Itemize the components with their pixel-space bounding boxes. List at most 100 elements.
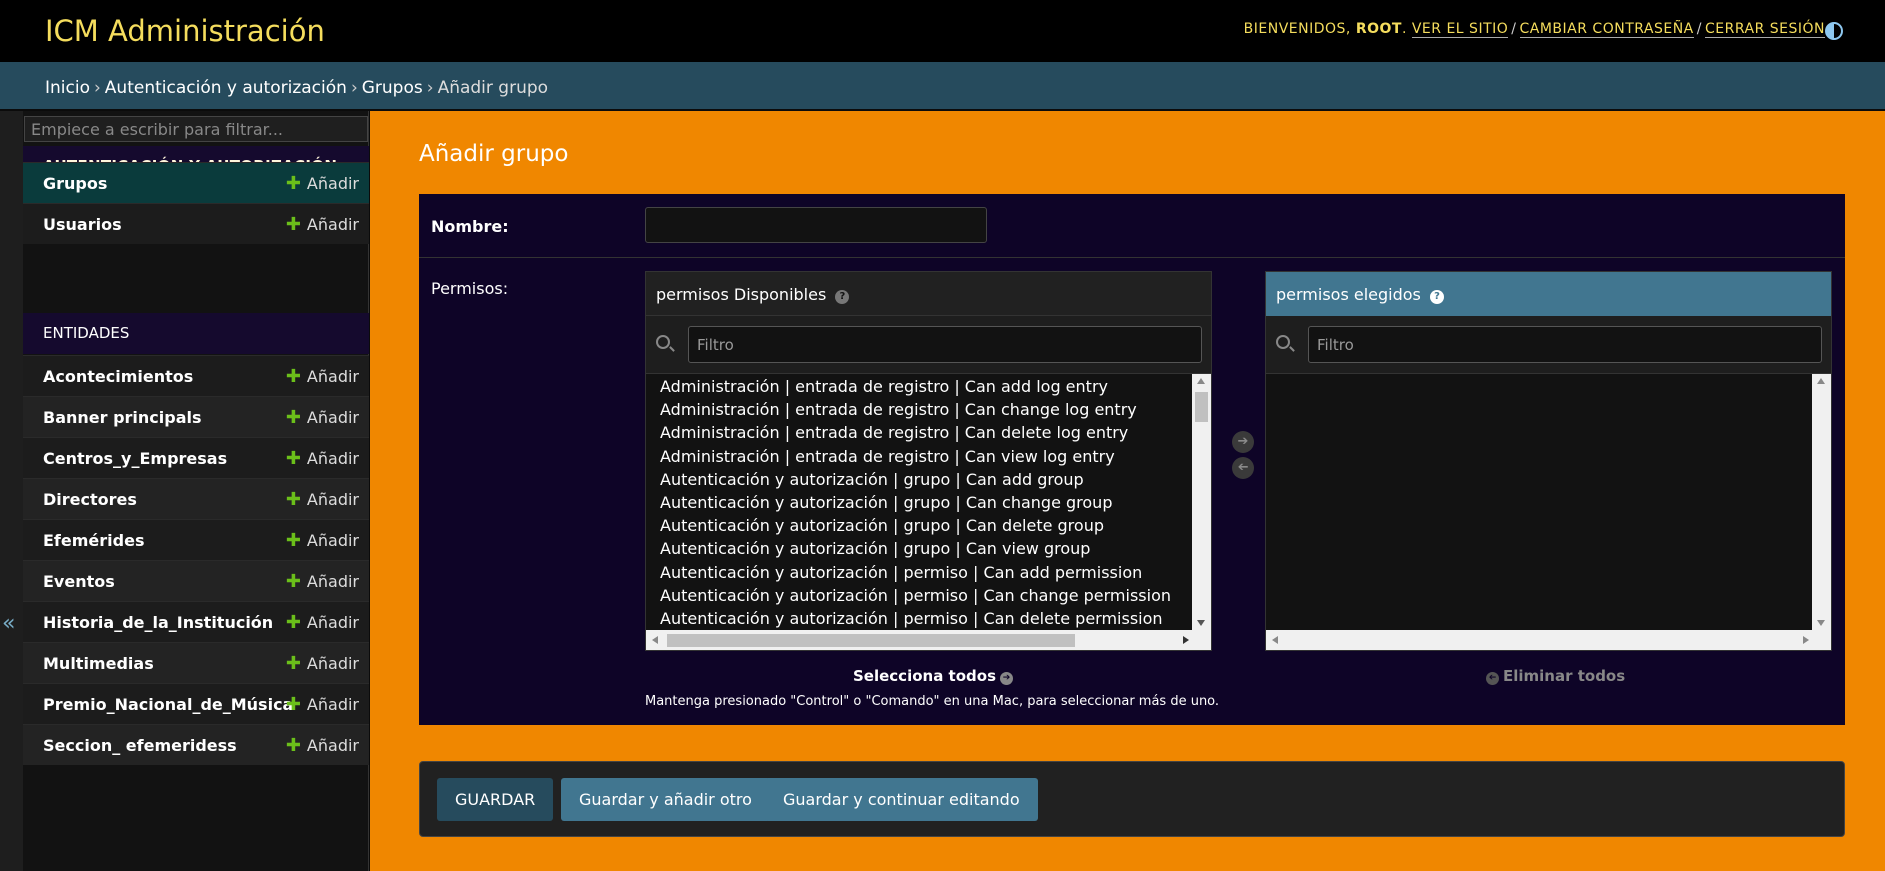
plus-icon: ✚ <box>285 571 301 592</box>
permission-option[interactable]: Administración | entrada de registro | C… <box>646 398 1194 421</box>
add-model-link[interactable]: ✚ Añadir <box>286 735 359 756</box>
view-site-link[interactable]: VER EL SITIO <box>1411 21 1509 38</box>
vertical-scrollbar[interactable] <box>1812 374 1831 630</box>
permission-option[interactable]: Autenticación y autorización | permiso |… <box>646 607 1194 630</box>
permission-option[interactable]: Administración | entrada de registro | C… <box>646 375 1194 398</box>
chosen-permissions-list[interactable] <box>1266 374 1814 630</box>
sidebar-item-premio-nacional-de-m-sica[interactable]: Premio_Nacional_de_Música ✚ Añadir <box>23 683 369 724</box>
add-model-link[interactable]: ✚ Añadir <box>286 489 359 510</box>
available-filter-input[interactable] <box>688 326 1202 363</box>
site-branding[interactable]: ICM Administración <box>45 14 325 48</box>
change-password-link[interactable]: CAMBIAR CONTRASEÑA <box>1519 21 1694 38</box>
breadcrumb-groups[interactable]: Grupos <box>362 78 423 98</box>
add-model-link[interactable]: ✚ Añadir <box>286 448 359 469</box>
sidebar-item-eventos[interactable]: Eventos ✚ Añadir <box>23 560 369 601</box>
add-label: Añadir <box>306 490 359 509</box>
horizontal-scrollbar[interactable] <box>1266 630 1831 650</box>
permission-option[interactable]: Autenticación y autorización | grupo | C… <box>646 468 1194 491</box>
scroll-left-icon[interactable] <box>1272 636 1278 644</box>
arrow-right-circle-icon[interactable]: ➔ <box>1232 431 1254 453</box>
sidebar-item-label[interactable]: Multimedias <box>43 654 154 673</box>
save-and-continue-button[interactable]: Guardar y continuar editando <box>765 778 1038 821</box>
logout-link[interactable]: CERRAR SESIÓN <box>1704 21 1825 38</box>
sidebar-item-label[interactable]: Centros_y_Empresas <box>43 449 227 468</box>
sidebar-item-usuarios[interactable]: Usuarios ✚ Añadir <box>23 203 369 244</box>
name-field[interactable] <box>645 207 987 243</box>
sidebar-item-multimedias[interactable]: Multimedias ✚ Añadir <box>23 642 369 683</box>
sidebar-item-centros-y-empresas[interactable]: Centros_y_Empresas ✚ Añadir <box>23 437 369 478</box>
sidebar-item-label[interactable]: Grupos <box>43 174 107 193</box>
add-model-link[interactable]: ✚ Añadir <box>286 407 359 428</box>
app-caption-entidades[interactable]: ENTIDADES <box>23 313 369 354</box>
permission-option[interactable]: Administración | entrada de registro | C… <box>646 445 1194 468</box>
sidebar-item-label[interactable]: Seccion_ efemeridess <box>43 736 237 755</box>
collapse-sidebar-icon[interactable]: « <box>2 611 15 636</box>
plus-icon: ✚ <box>285 735 301 756</box>
chosen-filter-input[interactable] <box>1308 326 1822 363</box>
theme-toggle-icon[interactable] <box>1825 22 1843 40</box>
vertical-scrollbar[interactable] <box>1192 374 1211 630</box>
sidebar-item-grupos[interactable]: Grupos ✚ Añadir <box>23 162 369 203</box>
horizontal-scrollbar[interactable] <box>646 630 1211 650</box>
sidebar-item-label[interactable]: Efemérides <box>43 531 144 550</box>
scroll-down-icon[interactable] <box>1197 620 1205 626</box>
permission-option[interactable]: Autenticación y autorización | grupo | C… <box>646 491 1194 514</box>
add-label: Añadir <box>306 174 359 193</box>
nav-filter-input[interactable] <box>24 116 368 142</box>
permission-option[interactable]: Autenticación y autorización | grupo | C… <box>646 514 1194 537</box>
sidebar-item-label[interactable]: Usuarios <box>43 215 122 234</box>
sidebar-item-label[interactable]: Eventos <box>43 572 115 591</box>
choose-all-link[interactable]: Selecciona todos ➔ <box>853 667 1013 685</box>
sidebar-item-label[interactable]: Directores <box>43 490 137 509</box>
sidebar-item-efem-rides[interactable]: Efemérides ✚ Añadir <box>23 519 369 560</box>
sidebar-item-label[interactable]: Historia_de_la_Institución <box>43 613 273 632</box>
scroll-right-icon[interactable] <box>1803 636 1809 644</box>
scroll-left-icon[interactable] <box>652 636 658 644</box>
breadcrumb-home[interactable]: Inicio <box>45 78 90 98</box>
add-model-link[interactable]: ✚ Añadir <box>286 612 359 633</box>
remove-all-link[interactable]: ➔ Eliminar todos <box>1486 667 1625 685</box>
arrow-left-circle-icon[interactable]: ➔ <box>1232 457 1254 479</box>
add-label: Añadir <box>306 572 359 591</box>
save-and-add-another-button[interactable]: Guardar y añadir otro <box>561 778 770 821</box>
scroll-thumb[interactable] <box>667 634 1075 647</box>
sidebar-item-label[interactable]: Banner principals <box>43 408 202 427</box>
help-icon[interactable]: ? <box>835 290 850 304</box>
permission-option[interactable]: Autenticación y autorización | permiso |… <box>646 561 1194 584</box>
sidebar-item-label[interactable]: Acontecimientos <box>43 367 193 386</box>
scroll-up-icon[interactable] <box>1197 378 1205 384</box>
add-model-link[interactable]: ✚ Añadir <box>286 530 359 551</box>
nav-sidebar: AUTENTICACIÓN Y AUTORIZACIÓN Grupos ✚Aña… <box>23 111 369 871</box>
sidebar-item-label[interactable]: Premio_Nacional_de_Música <box>43 695 293 714</box>
sidebar-item-acontecimientos[interactable]: Acontecimientos ✚ Añadir <box>23 355 369 396</box>
permission-option[interactable]: Autenticación y autorización | grupo | C… <box>646 537 1194 560</box>
sidebar-item-directores[interactable]: Directores ✚ Añadir <box>23 478 369 519</box>
remove-all-label[interactable]: Eliminar todos <box>1503 667 1625 685</box>
scroll-right-icon[interactable] <box>1183 636 1189 644</box>
sidebar-item-banner-principals[interactable]: Banner principals ✚ Añadir <box>23 396 369 437</box>
sidebar-item-historia-de-la-instituci-n[interactable]: Historia_de_la_Institución ✚ Añadir <box>23 601 369 642</box>
scroll-thumb[interactable] <box>1195 392 1208 422</box>
breadcrumb-current: Añadir grupo <box>437 78 549 98</box>
add-model-link[interactable]: ✚ Añadir <box>286 653 359 674</box>
arrow-left-circle-icon: ➔ <box>1486 672 1499 685</box>
breadcrumb-separator: › <box>350 78 358 98</box>
add-usuarios-link[interactable]: ✚ Añadir <box>286 214 359 235</box>
scroll-up-icon[interactable] <box>1817 378 1825 384</box>
add-model-link[interactable]: ✚ Añadir <box>286 366 359 387</box>
choose-all-label[interactable]: Selecciona todos <box>853 667 996 685</box>
add-model-link[interactable]: ✚ Añadir <box>286 571 359 592</box>
save-button[interactable]: GUARDAR <box>437 778 554 821</box>
add-grupos-link[interactable]: ✚ Añadir <box>286 173 359 194</box>
breadcrumb-auth[interactable]: Autenticación y autorización <box>105 78 347 98</box>
permission-option[interactable]: Administración | entrada de registro | C… <box>646 421 1194 444</box>
permissions-label: Permisos: <box>431 279 509 298</box>
sidebar-item-seccion-efemeridess[interactable]: Seccion_ efemeridess ✚ Añadir <box>23 724 369 765</box>
scroll-down-icon[interactable] <box>1817 620 1825 626</box>
header: ICM Administración BIENVENIDOS, ROOT. VE… <box>0 0 1885 62</box>
permission-option[interactable]: Autenticación y autorización | permiso |… <box>646 584 1194 607</box>
search-icon <box>656 335 670 349</box>
available-permissions-list[interactable]: Administración | entrada de registro | C… <box>646 374 1194 630</box>
add-model-link[interactable]: ✚ Añadir <box>286 694 359 715</box>
help-icon[interactable]: ? <box>1429 290 1444 304</box>
